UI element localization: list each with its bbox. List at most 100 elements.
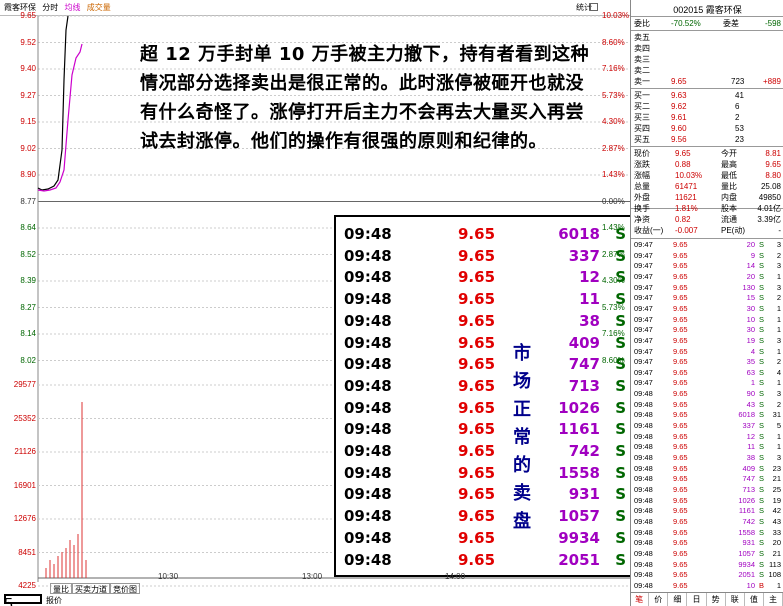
trade-price: 9.65 <box>458 485 496 504</box>
stat-value: 4.01亿 <box>757 204 781 213</box>
quote-tab[interactable]: 细 <box>668 593 688 606</box>
trade-volume: 1161 <box>558 420 600 439</box>
tick-count: 1 <box>776 271 781 281</box>
buy-volume: 2 <box>735 113 740 122</box>
trade-detail-box: 09:48 9.65 6018 S 09:48 9.65 337 S 09:48 9.65 12 S 0… <box>334 215 635 577</box>
trade-price: 9.65 <box>458 225 496 243</box>
tick-price: 9.65 <box>673 303 688 313</box>
tick-row: 09:48 9.65 742 S 43 <box>631 517 783 527</box>
quote-tab[interactable]: 联 <box>726 593 745 606</box>
trade-time: 09:48 <box>344 507 392 526</box>
tick-row: 09:48 9.65 1558 S 33 <box>631 528 783 538</box>
vertical-char: 的 <box>513 455 531 476</box>
stat-value: 8.80 <box>765 171 781 180</box>
chart-bottom-tabs: 量比 买卖力道 竞价图 <box>50 583 140 594</box>
tick-price: 9.65 <box>673 580 688 590</box>
percent-tick: 5.73% <box>602 302 625 312</box>
tick-side: S <box>759 484 765 494</box>
tick-row: 09:47 9.65 14 S 3 <box>631 261 783 271</box>
tick-price: 9.65 <box>673 271 688 281</box>
tick-price: 9.65 <box>673 453 688 462</box>
tick-time: 09:47 <box>634 282 653 292</box>
quote-tab[interactable]: 日 <box>687 593 707 606</box>
tick-count: 33 <box>772 527 781 537</box>
trade-time: 09:48 <box>344 398 392 417</box>
tick-time: 09:48 <box>634 442 653 452</box>
trade-side: S <box>615 485 626 504</box>
stat-row: 换手 1.81% 股本 4.01亿 <box>631 203 783 214</box>
tick-time: 09:47 <box>634 293 653 303</box>
tick-time: 09:48 <box>634 389 653 399</box>
tick-row: 09:47 9.65 19 S 3 <box>631 336 783 346</box>
quote-label[interactable]: 报价 <box>46 595 62 606</box>
tick-count: 23 <box>772 463 781 473</box>
tick-time: 09:47 <box>634 325 653 335</box>
tick-row: 09:48 9.65 11 S 1 <box>631 442 783 452</box>
tick-price: 9.65 <box>673 431 688 441</box>
tick-price: 9.65 <box>673 474 688 484</box>
tick-count: 3 <box>776 389 781 399</box>
tick-price: 9.65 <box>673 346 688 356</box>
volume-tick: 12676 <box>13 514 36 523</box>
trade-price: 9.65 <box>458 528 496 547</box>
tick-count: 19 <box>772 495 781 505</box>
trade-time: 09:48 <box>344 442 392 460</box>
trade-side: S <box>615 376 626 395</box>
trade-time: 09:48 <box>344 463 392 482</box>
tick-count: 42 <box>772 506 781 516</box>
trade-row: 09:48 9.65 2051 S <box>340 549 630 571</box>
tab-volume-ratio[interactable]: 量比 <box>50 583 72 594</box>
trade-row: 09:48 9.65 337 S <box>340 245 630 267</box>
buy-label: 买一 <box>634 91 650 100</box>
tick-time: 09:48 <box>634 506 653 516</box>
tick-volume: 9 <box>750 250 755 260</box>
sell-label: 卖三 <box>634 55 650 64</box>
tick-side: S <box>759 367 765 377</box>
tab-buy-sell-power[interactable]: 买卖力道 <box>72 583 110 594</box>
ratio-row: 委比 -70.52% 委差 -598 <box>631 18 783 29</box>
tick-volume: 6018 <box>738 410 755 420</box>
quote-tab[interactable]: 笔 <box>630 593 650 606</box>
quote-tab[interactable]: 值 <box>745 593 764 606</box>
trade-volume: 742 <box>568 442 600 460</box>
sell-row: 卖二 <box>631 65 783 76</box>
tick-volume: 747 <box>742 474 755 484</box>
separator <box>631 238 783 239</box>
tick-volume: 15 <box>746 293 755 303</box>
stat-label: 最高 <box>721 160 737 169</box>
tab-auction[interactable]: 竞价图 <box>110 583 140 594</box>
trade-time: 09:48 <box>344 528 392 547</box>
tick-time: 09:48 <box>634 559 653 569</box>
quote-tab[interactable]: 主 <box>764 593 783 606</box>
buy-row: 买五 9.56 23 <box>631 134 783 145</box>
tick-volume: 130 <box>742 282 755 292</box>
stat-row: 收益(一) -0.007 PE(动) - <box>631 225 783 236</box>
tick-row: 09:47 9.65 130 S 3 <box>631 283 783 293</box>
tick-row: 09:47 9.65 15 S 2 <box>631 293 783 303</box>
trade-row: 09:48 9.65 1161 S <box>340 418 630 440</box>
tick-side: S <box>759 261 765 271</box>
percent-tick: 4.30% <box>602 117 625 126</box>
quote-tab[interactable]: 价 <box>649 593 669 606</box>
tick-time: 09:48 <box>634 463 653 473</box>
trade-time: 09:48 <box>344 290 392 309</box>
percent-tick: 2.87% <box>602 143 625 153</box>
tick-time: 09:47 <box>634 250 653 260</box>
tick-side: S <box>759 527 765 537</box>
tick-row: 09:48 9.65 6018 S 31 <box>631 410 783 420</box>
quote-tab[interactable]: 势 <box>707 593 726 606</box>
price-tick: 8.39 <box>20 276 36 285</box>
sell-label: 卖一 <box>634 77 650 86</box>
trade-row: 09:48 9.65 747 S <box>340 353 630 375</box>
tick-count: 25 <box>772 484 781 494</box>
stat-label: 现价 <box>634 149 650 158</box>
tick-time: 09:47 <box>634 367 653 377</box>
price-tick: 8.77 <box>20 196 36 206</box>
stat-value: 11621 <box>675 193 697 202</box>
trade-time: 09:48 <box>344 268 392 287</box>
tick-side: S <box>759 389 765 399</box>
tick-side: S <box>759 559 765 569</box>
tick-time: 09:48 <box>634 410 653 420</box>
tick-row: 09:48 9.65 2051 S 108 <box>631 570 783 580</box>
tick-count: 1 <box>776 378 781 388</box>
